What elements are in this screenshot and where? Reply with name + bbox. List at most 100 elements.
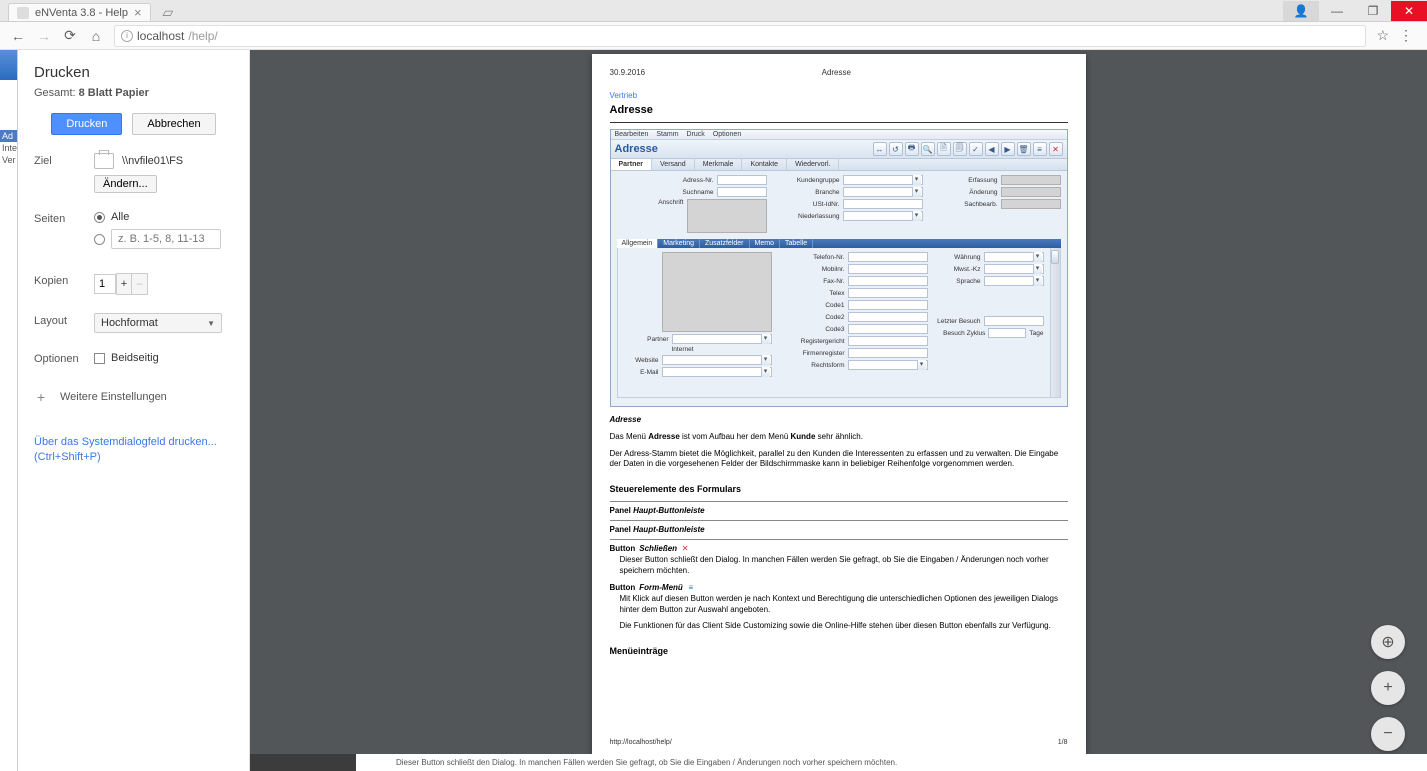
button-menu-desc1: Mit Klick auf diesen Button werden je na… — [610, 594, 1068, 616]
layout-label: Layout — [34, 313, 94, 333]
cancel-button[interactable]: Abbrechen — [132, 113, 215, 135]
pages-all-radio[interactable] — [94, 212, 105, 223]
chevron-down-icon: ▼ — [207, 319, 215, 328]
destination-label: Ziel — [34, 153, 94, 193]
field-label: Partner — [647, 336, 668, 343]
system-dialog-link[interactable]: Über das Systemdialogfeld drucken... (Ct… — [34, 435, 233, 466]
print-button[interactable]: Drucken — [51, 113, 122, 135]
change-destination-button[interactable]: Ändern... — [94, 175, 157, 193]
field-label: Telex — [829, 290, 844, 297]
star-icon[interactable]: ☆ — [1376, 27, 1389, 44]
print-dialog: Drucken Gesamt: 8 Blatt Papier Drucken A… — [18, 50, 250, 771]
zoom-out-button[interactable]: − — [1371, 717, 1405, 751]
new-tab-button[interactable]: ▱ — [157, 4, 180, 21]
page-header-title: Adresse — [822, 68, 851, 77]
field-input — [1001, 187, 1061, 197]
toolbar-icon: 🖶 — [905, 142, 919, 156]
field-input — [984, 264, 1044, 274]
pages-range-radio[interactable] — [94, 234, 105, 245]
field-input — [843, 211, 923, 221]
field-input — [717, 187, 767, 197]
toolbar-icon: 🗐 — [953, 142, 967, 156]
layout-select[interactable]: Hochformat ▼ — [94, 313, 222, 333]
scrollbar[interactable] — [1050, 248, 1060, 397]
panel-heading-2: Panel Haupt-Buttonleiste — [610, 525, 1068, 534]
site-info-icon[interactable]: i — [121, 30, 133, 42]
address-bar: ← → ⟳ ⌂ i localhost/help/ ☆ ⋮ — [0, 22, 1427, 50]
copies-input[interactable] — [94, 274, 116, 294]
toolbar-icon: ↔ — [873, 142, 887, 156]
field-label: E-Mail — [640, 369, 658, 376]
form-menu-item: Druck — [687, 131, 705, 138]
close-icon: ✕ — [681, 545, 689, 553]
toolbar-icon: 🗎 — [937, 142, 951, 156]
copies-down-button[interactable]: – — [132, 273, 148, 295]
form-title: Adresse — [615, 143, 873, 155]
field-label: Code1 — [825, 302, 844, 309]
pages-range-input[interactable] — [111, 229, 221, 249]
field-input — [843, 175, 923, 185]
button-form-menu-heading: Button Form-Menü ≡ — [610, 583, 1068, 592]
form-screenshot: BearbeitenStammDruckOptionen Adresse ↔↺🖶… — [610, 129, 1068, 407]
tab-bar: eNVenta 3.8 - Help × ▱ 👤 — ❐ ✕ — [0, 0, 1427, 22]
copies-up-button[interactable]: + — [116, 273, 132, 295]
back-icon[interactable]: ← — [10, 28, 26, 44]
field-input — [848, 276, 928, 286]
underlying-page-sliver: Dieser Button schließt den Dialog. In ma… — [250, 754, 1427, 771]
form-tab: Merkmale — [695, 159, 743, 170]
field-label: Mwst.-Kz — [954, 266, 981, 273]
url-field[interactable]: i localhost/help/ — [114, 25, 1366, 47]
close-window-button[interactable]: ✕ — [1391, 1, 1427, 21]
field-label: Adress-Nr. — [683, 177, 714, 184]
url-host: localhost — [137, 29, 184, 43]
favicon — [17, 7, 29, 19]
close-tab-icon[interactable]: × — [134, 6, 142, 19]
field-label: Sachbearb. — [964, 201, 997, 208]
form-menu-item: Stamm — [656, 131, 678, 138]
footer-page: 1/8 — [1058, 739, 1068, 746]
form-menu-item: Optionen — [713, 131, 741, 138]
field-label: Kundengruppe — [797, 177, 840, 184]
sub-tab: Zusatzfelder — [700, 239, 750, 248]
field-label: Währung — [954, 254, 980, 261]
button-close-desc: Dieser Button schließt den Dialog. In ma… — [610, 555, 1068, 577]
field-label: Website — [635, 357, 658, 364]
options-label: Optionen — [34, 351, 94, 365]
field-input — [848, 288, 928, 298]
footer-url: http://localhost/help/ — [610, 739, 672, 746]
minimize-button[interactable]: — — [1319, 1, 1355, 21]
field-label: Letzter Besuch — [937, 318, 980, 325]
browser-tab[interactable]: eNVenta 3.8 - Help × — [8, 3, 151, 21]
more-settings-toggle[interactable]: + Weitere Einstellungen — [34, 389, 233, 405]
field-input — [843, 187, 923, 197]
field-label: Firmenregister — [803, 350, 845, 357]
field-label: Fax-Nr. — [823, 278, 844, 285]
field-input — [848, 360, 928, 370]
panel-heading: Panel Haupt-Buttonleiste — [610, 506, 1068, 515]
duplex-label: Beidseitig — [111, 352, 159, 364]
fit-page-button[interactable]: ⊕ — [1371, 625, 1405, 659]
print-preview-area[interactable]: 30.9.2016 Adresse Vertrieb Adresse Bearb… — [250, 50, 1427, 771]
field-input — [662, 367, 772, 377]
form-tab: Versand — [652, 159, 695, 170]
field-label: Registergericht — [801, 338, 845, 345]
menu-icon[interactable]: ⋮ — [1399, 27, 1413, 44]
copies-label: Kopien — [34, 273, 94, 295]
user-icon[interactable]: 👤 — [1283, 1, 1319, 21]
toolbar-icon: 🗑 — [1017, 142, 1031, 156]
duplex-checkbox[interactable] — [94, 353, 105, 364]
field-label: Niederlassung — [798, 213, 840, 220]
zoom-in-button[interactable]: + — [1371, 671, 1405, 705]
field-label: Code3 — [825, 326, 844, 333]
sub-tab: Allgemein — [617, 239, 659, 248]
home-icon[interactable]: ⌂ — [88, 28, 104, 44]
underlying-app-edge: Ad Inte Ver — [0, 50, 18, 771]
section-heading-2: Menüeinträge — [610, 646, 1068, 656]
toolbar-icon: ✕ — [1049, 142, 1063, 156]
field-input — [672, 334, 772, 344]
maximize-button[interactable]: ❐ — [1355, 1, 1391, 21]
forward-icon[interactable]: → — [36, 28, 52, 44]
reload-icon[interactable]: ⟳ — [62, 27, 78, 44]
tab-title: eNVenta 3.8 - Help — [35, 7, 128, 19]
url-path: /help/ — [188, 29, 217, 43]
